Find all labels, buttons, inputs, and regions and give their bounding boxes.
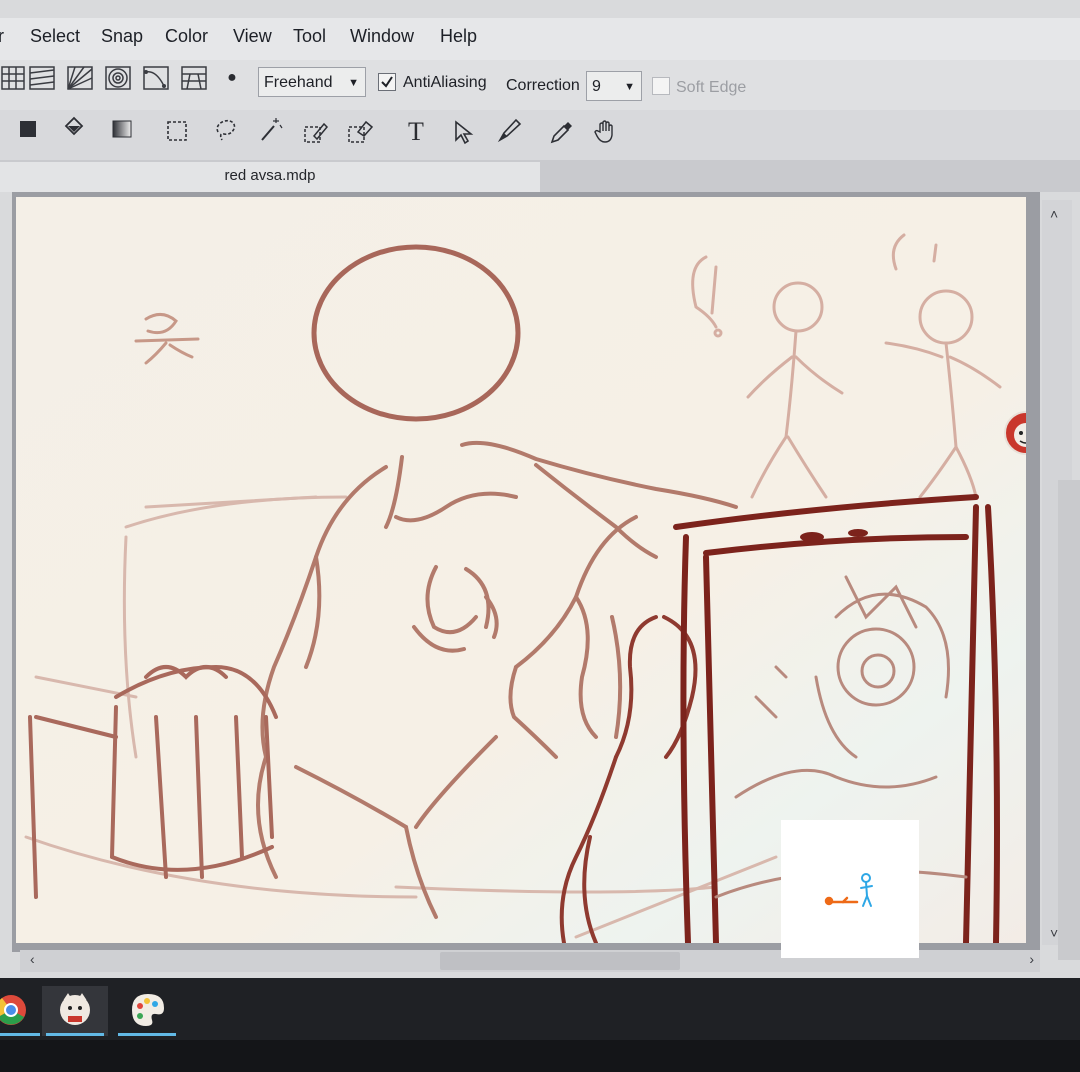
- menu-snap[interactable]: Snap: [101, 26, 143, 47]
- firealpaca-icon: [60, 993, 90, 1025]
- snap-parallel-icon[interactable]: [28, 64, 56, 92]
- tools-bar: T: [0, 110, 1080, 160]
- chrome-icon: [0, 995, 26, 1025]
- select-pen-icon[interactable]: [302, 118, 330, 146]
- os-taskbar: [0, 978, 1080, 1040]
- soft-edge-label: Soft Edge: [676, 79, 747, 96]
- antialiasing-label: AntiAliasing: [403, 74, 487, 91]
- menu-select[interactable]: Select: [30, 26, 80, 47]
- taskbar-firealpaca[interactable]: [42, 986, 108, 1036]
- taskbar-active-indicator: [118, 1033, 176, 1036]
- correction-label: Correction: [506, 77, 580, 94]
- horizontal-scroll-thumb[interactable]: [440, 952, 680, 970]
- menu-item-partial[interactable]: r: [0, 26, 4, 47]
- chevron-down-icon[interactable]: ˅: [1050, 925, 1058, 941]
- lasso-tool-icon[interactable]: [212, 116, 240, 144]
- fill-tool-icon[interactable]: [14, 116, 42, 144]
- document-tab-bar: red avsa.mdp: [0, 160, 1080, 192]
- snap-perspective-icon[interactable]: [180, 64, 208, 92]
- snap-off-dot-icon[interactable]: ●: [218, 64, 246, 92]
- stick-figure-thumbnail: [824, 873, 873, 907]
- text-tool-icon[interactable]: T: [402, 118, 430, 146]
- chevron-up-icon[interactable]: ˄: [1050, 206, 1058, 222]
- side-panel-edge: [1058, 480, 1080, 960]
- brush-tool-icon[interactable]: [496, 116, 524, 144]
- menu-window[interactable]: Window: [350, 26, 414, 47]
- chevron-down-icon: ▼: [348, 77, 359, 89]
- gradient-tool-icon[interactable]: [108, 116, 136, 144]
- magic-wand-icon[interactable]: [256, 116, 284, 144]
- menu-color[interactable]: Color: [165, 26, 208, 47]
- move-tool-icon[interactable]: [450, 118, 478, 146]
- document-tab-title: red avsa.mdp: [224, 167, 316, 184]
- menu-bar: r Select Snap Color View Tool Window Hel…: [0, 18, 1080, 60]
- app-window: r Select Snap Color View Tool Window Hel…: [0, 0, 1080, 1040]
- snap-radial-icon[interactable]: [66, 64, 94, 92]
- tool-options-bar: ● Freehand ▼ AntiAliasing Correction 9 ▼…: [0, 60, 1080, 111]
- monitor-bezel: [0, 1040, 1080, 1072]
- menu-help[interactable]: Help: [440, 26, 477, 47]
- paint-icon: [132, 994, 164, 1026]
- overlay-thumbnail: [781, 820, 919, 958]
- chevron-left-icon[interactable]: ‹: [30, 951, 35, 967]
- hand-tool-icon[interactable]: [592, 118, 620, 146]
- taskbar-active-indicator: [0, 1033, 40, 1036]
- taskbar-chrome[interactable]: [0, 986, 44, 1036]
- brush-mode-dropdown[interactable]: Freehand ▼: [258, 67, 366, 97]
- eyedropper-icon[interactable]: [548, 118, 576, 146]
- document-tab[interactable]: red avsa.mdp: [0, 162, 540, 192]
- chevron-right-icon[interactable]: ›: [1029, 951, 1034, 967]
- antialiasing-checkbox[interactable]: [378, 73, 396, 91]
- taskbar-active-indicator: [46, 1033, 104, 1036]
- select-eraser-icon[interactable]: [346, 118, 374, 146]
- bucket-tool-icon[interactable]: [60, 114, 88, 142]
- taskbar-paint[interactable]: [114, 986, 180, 1036]
- snap-concentric-icon[interactable]: [104, 64, 132, 92]
- menu-tool[interactable]: Tool: [293, 26, 326, 47]
- menu-view[interactable]: View: [233, 26, 272, 47]
- brush-mode-value: Freehand: [264, 74, 333, 91]
- correction-dropdown[interactable]: 9 ▼: [586, 71, 642, 101]
- chevron-down-icon: ▼: [624, 81, 635, 93]
- snap-grid-icon[interactable]: [0, 64, 28, 92]
- correction-value: 9: [592, 78, 601, 95]
- select-rect-icon[interactable]: [164, 118, 192, 146]
- snap-curve-icon[interactable]: [142, 64, 170, 92]
- soft-edge-checkbox[interactable]: [652, 77, 670, 95]
